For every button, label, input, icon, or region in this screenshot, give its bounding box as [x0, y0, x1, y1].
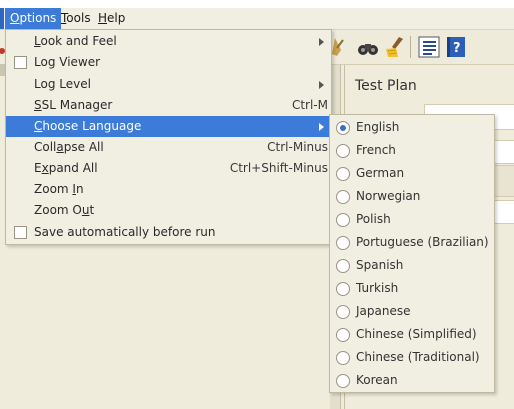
radio-icon	[336, 213, 350, 227]
menu-item-save-automatically[interactable]: Save automatically before run	[6, 222, 331, 243]
radio-icon	[336, 236, 350, 250]
options-menu: Look and Feel Log Viewer Log Level SSL M…	[5, 29, 332, 245]
menu-item-zoom-out[interactable]: Zoom Out	[6, 200, 331, 221]
radio-icon	[336, 282, 350, 296]
broom-icon[interactable]	[331, 36, 353, 58]
language-item[interactable]: Chinese (Simplified)	[330, 323, 494, 346]
language-item[interactable]: Norwegian	[330, 185, 494, 208]
language-item[interactable]: Japanese	[330, 300, 494, 323]
language-item[interactable]: Portuguese (Brazilian)	[330, 231, 494, 254]
window-title-strip	[0, 0, 514, 8]
language-submenu: English French German Norwegian Polish P…	[329, 114, 495, 393]
language-item[interactable]: English	[330, 116, 494, 139]
language-item[interactable]: Polish	[330, 208, 494, 231]
language-item[interactable]: German	[330, 162, 494, 185]
panel-title: Test Plan	[355, 78, 417, 94]
submenu-arrow-icon	[319, 123, 324, 131]
menu-item-zoom-in[interactable]: Zoom In	[6, 179, 331, 200]
menu-options[interactable]: Options	[5, 8, 62, 29]
radio-icon	[336, 328, 350, 342]
toolbar-divider	[410, 36, 411, 58]
radio-icon	[336, 305, 350, 319]
menu-item-log-level[interactable]: Log Level	[6, 74, 331, 95]
svg-text:?: ?	[453, 41, 461, 56]
menu-item-choose-language[interactable]: Choose Language	[6, 116, 331, 137]
radio-icon	[336, 351, 350, 365]
save-automatically-checkbox[interactable]	[14, 226, 27, 239]
radio-icon	[336, 190, 350, 204]
menubar: Options Tools Help	[0, 8, 514, 30]
menu-item-expand-all[interactable]: Expand All Ctrl+Shift-Minus	[6, 158, 331, 179]
radio-icon	[336, 144, 350, 158]
radio-icon	[336, 167, 350, 181]
menu-item-look-and-feel[interactable]: Look and Feel	[6, 31, 331, 52]
language-item[interactable]: Chinese (Traditional)	[330, 346, 494, 369]
language-item[interactable]: Spanish	[330, 254, 494, 277]
menu-item-ssl-manager[interactable]: SSL Manager Ctrl-M	[6, 95, 331, 116]
radio-icon	[336, 121, 350, 135]
radio-icon	[336, 374, 350, 388]
log-viewer-checkbox[interactable]	[14, 56, 27, 69]
help-book-icon[interactable]: ?	[445, 36, 467, 58]
binoculars-icon[interactable]	[357, 36, 379, 58]
menu-tools[interactable]: Tools	[56, 8, 96, 29]
menubar-file-menu-edge[interactable]	[0, 8, 4, 29]
radio-icon	[336, 259, 350, 273]
menu-item-log-viewer[interactable]: Log Viewer	[6, 52, 331, 73]
language-item[interactable]: Korean	[330, 369, 494, 392]
language-item[interactable]: French	[330, 139, 494, 162]
menu-help[interactable]: Help	[93, 8, 130, 29]
submenu-arrow-icon	[319, 81, 324, 89]
clear-all-icon[interactable]	[383, 36, 405, 58]
submenu-arrow-icon	[319, 38, 324, 46]
language-item[interactable]: Turkish	[330, 277, 494, 300]
menu-item-collapse-all[interactable]: Collapse All Ctrl-Minus	[6, 137, 331, 158]
list-icon[interactable]	[418, 36, 440, 58]
